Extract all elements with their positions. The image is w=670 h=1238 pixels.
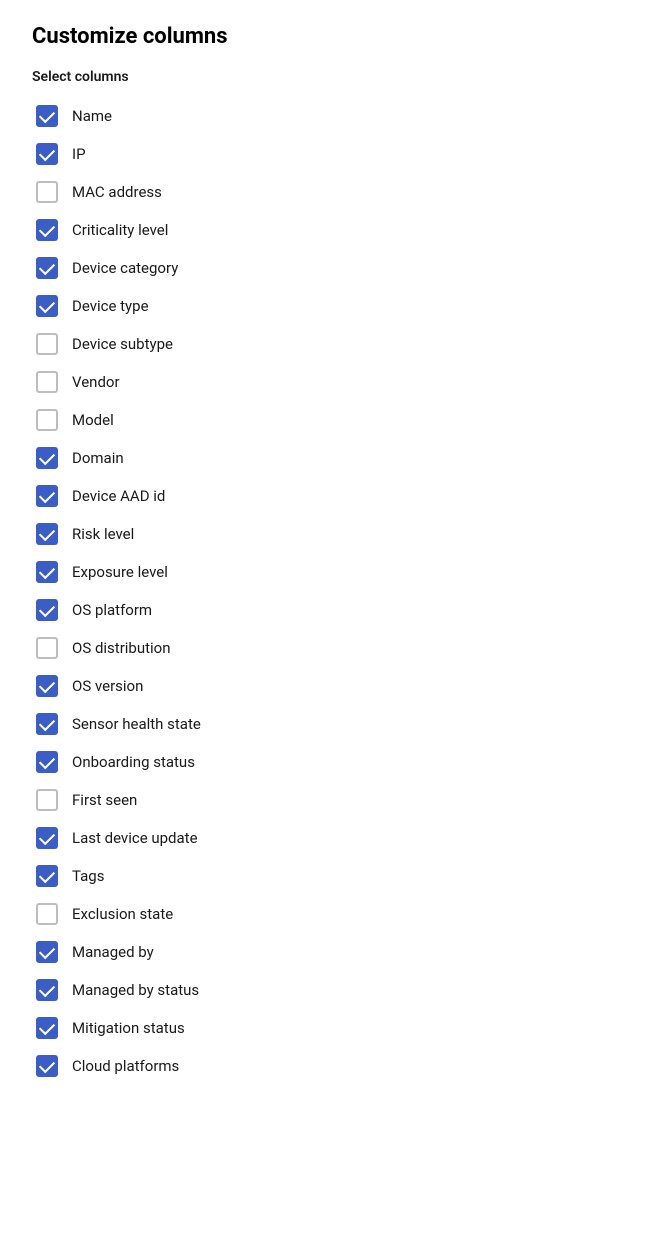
column-item-device-type[interactable]: Device type [32,287,638,325]
column-label-first-seen: First seen [72,791,137,809]
column-item-model[interactable]: Model [32,401,638,439]
column-item-os-distribution[interactable]: OS distribution [32,629,638,667]
column-item-vendor[interactable]: Vendor [32,363,638,401]
column-item-cloud-platforms[interactable]: Cloud platforms [32,1047,638,1085]
checkbox-mac-address[interactable] [36,181,58,203]
column-item-risk-level[interactable]: Risk level [32,515,638,553]
checkbox-vendor[interactable] [36,371,58,393]
checkbox-last-device-update[interactable] [36,827,58,849]
column-label-name: Name [72,107,112,125]
column-label-os-distribution: OS distribution [72,639,171,657]
column-label-domain: Domain [72,449,124,467]
column-label-managed-by-status: Managed by status [72,981,199,999]
column-item-tags[interactable]: Tags [32,857,638,895]
column-item-onboarding-status[interactable]: Onboarding status [32,743,638,781]
column-item-mitigation-status[interactable]: Mitigation status [32,1009,638,1047]
checkbox-sensor-health-state[interactable] [36,713,58,735]
checkbox-onboarding-status[interactable] [36,751,58,773]
column-label-exclusion-state: Exclusion state [72,905,173,923]
column-item-last-device-update[interactable]: Last device update [32,819,638,857]
checkbox-exposure-level[interactable] [36,561,58,583]
column-item-name[interactable]: Name [32,97,638,135]
checkbox-ip[interactable] [36,143,58,165]
column-label-exposure-level: Exposure level [72,563,168,581]
column-label-device-category: Device category [72,259,178,277]
checkbox-os-platform[interactable] [36,599,58,621]
column-label-tags: Tags [72,867,104,885]
checkbox-exclusion-state[interactable] [36,903,58,925]
column-item-exclusion-state[interactable]: Exclusion state [32,895,638,933]
column-label-mitigation-status: Mitigation status [72,1019,185,1037]
column-label-device-aad-id: Device AAD id [72,487,165,505]
column-label-os-platform: OS platform [72,601,152,619]
column-item-first-seen[interactable]: First seen [32,781,638,819]
checkbox-device-type[interactable] [36,295,58,317]
column-label-vendor: Vendor [72,373,120,391]
column-label-device-subtype: Device subtype [72,335,173,353]
checkbox-os-version[interactable] [36,675,58,697]
checkbox-device-subtype[interactable] [36,333,58,355]
column-item-device-subtype[interactable]: Device subtype [32,325,638,363]
column-item-exposure-level[interactable]: Exposure level [32,553,638,591]
checkbox-managed-by-status[interactable] [36,979,58,1001]
column-label-risk-level: Risk level [72,525,134,543]
column-label-ip: IP [72,145,86,163]
column-label-cloud-platforms: Cloud platforms [72,1057,179,1075]
checkbox-name[interactable] [36,105,58,127]
column-item-os-version[interactable]: OS version [32,667,638,705]
column-item-sensor-health-state[interactable]: Sensor health state [32,705,638,743]
checkbox-model[interactable] [36,409,58,431]
column-item-domain[interactable]: Domain [32,439,638,477]
checkbox-device-aad-id[interactable] [36,485,58,507]
column-label-os-version: OS version [72,677,143,695]
column-item-managed-by[interactable]: Managed by [32,933,638,971]
page-title: Customize columns [32,24,638,49]
checkbox-os-distribution[interactable] [36,637,58,659]
column-label-mac-address: MAC address [72,183,162,201]
checkbox-criticality-level[interactable] [36,219,58,241]
column-item-criticality-level[interactable]: Criticality level [32,211,638,249]
column-label-last-device-update: Last device update [72,829,198,847]
checkbox-cloud-platforms[interactable] [36,1055,58,1077]
checkbox-tags[interactable] [36,865,58,887]
checkbox-managed-by[interactable] [36,941,58,963]
column-label-model: Model [72,411,114,429]
column-item-device-aad-id[interactable]: Device AAD id [32,477,638,515]
column-item-managed-by-status[interactable]: Managed by status [32,971,638,1009]
column-item-device-category[interactable]: Device category [32,249,638,287]
column-label-onboarding-status: Onboarding status [72,753,195,771]
checkbox-domain[interactable] [36,447,58,469]
column-label-sensor-health-state: Sensor health state [72,715,201,733]
checkbox-first-seen[interactable] [36,789,58,811]
column-item-os-platform[interactable]: OS platform [32,591,638,629]
column-item-mac-address[interactable]: MAC address [32,173,638,211]
column-item-ip[interactable]: IP [32,135,638,173]
column-label-managed-by: Managed by [72,943,154,961]
checkbox-device-category[interactable] [36,257,58,279]
checkbox-risk-level[interactable] [36,523,58,545]
column-label-device-type: Device type [72,297,149,315]
section-label: Select columns [32,69,638,85]
column-list: Name IP MAC address Criticality level Device… [32,97,638,1085]
column-label-criticality-level: Criticality level [72,221,168,239]
checkbox-mitigation-status[interactable] [36,1017,58,1039]
